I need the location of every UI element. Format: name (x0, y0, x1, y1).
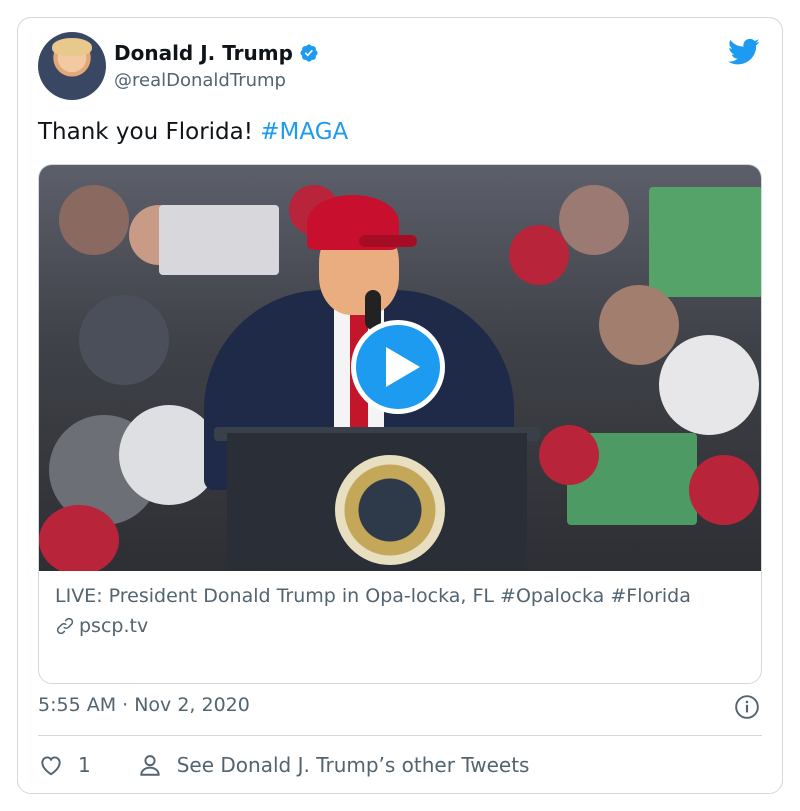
verified-badge-icon (300, 44, 318, 62)
tweet-text: Thank you Florida! #MAGA (38, 116, 348, 148)
author-info[interactable]: Donald J. Trump @realDonaldTrump (114, 40, 319, 94)
link-card[interactable]: LIVE: President Donald Trump in Opa-lock… (38, 164, 762, 684)
hashtag-link[interactable]: #MAGA (260, 119, 348, 145)
link-domain-text: pscp.tv (79, 615, 149, 637)
link-card-domain[interactable]: pscp.tv (55, 615, 745, 637)
like-button[interactable]: 1 (38, 752, 91, 778)
person-icon (140, 755, 160, 776)
speaker-cap-brim (359, 235, 417, 247)
tweet-body: Thank you Florida! (38, 119, 261, 145)
presidential-seal (335, 455, 445, 565)
see-other-tweets-label: See Donald J. Trump’s other Tweets (176, 753, 530, 777)
info-icon[interactable] (734, 694, 760, 720)
tweet-card: Donald J. Trump @realDonaldTrump Thank y… (17, 17, 783, 794)
avatar[interactable] (38, 32, 106, 100)
link-icon (56, 617, 74, 635)
link-card-info[interactable]: LIVE: President Donald Trump in Opa-lock… (39, 571, 761, 649)
twitter-bird-icon[interactable] (728, 38, 760, 66)
play-icon (386, 347, 420, 387)
author-handle[interactable]: @realDonaldTrump (114, 68, 319, 94)
author-display-name[interactable]: Donald J. Trump (114, 40, 293, 66)
play-button[interactable] (351, 320, 445, 414)
heart-icon (41, 756, 61, 776)
like-count: 1 (78, 753, 91, 777)
tweet-actions: 1 See Donald J. Trump’s other Tweets (38, 752, 529, 778)
see-other-tweets-button[interactable]: See Donald J. Trump’s other Tweets (137, 752, 530, 778)
divider (38, 735, 762, 736)
link-card-title[interactable]: LIVE: President Donald Trump in Opa-lock… (55, 583, 745, 609)
tweet-timestamp[interactable]: 5:55 AM · Nov 2, 2020 (38, 694, 250, 716)
video-thumbnail[interactable] (39, 165, 761, 571)
